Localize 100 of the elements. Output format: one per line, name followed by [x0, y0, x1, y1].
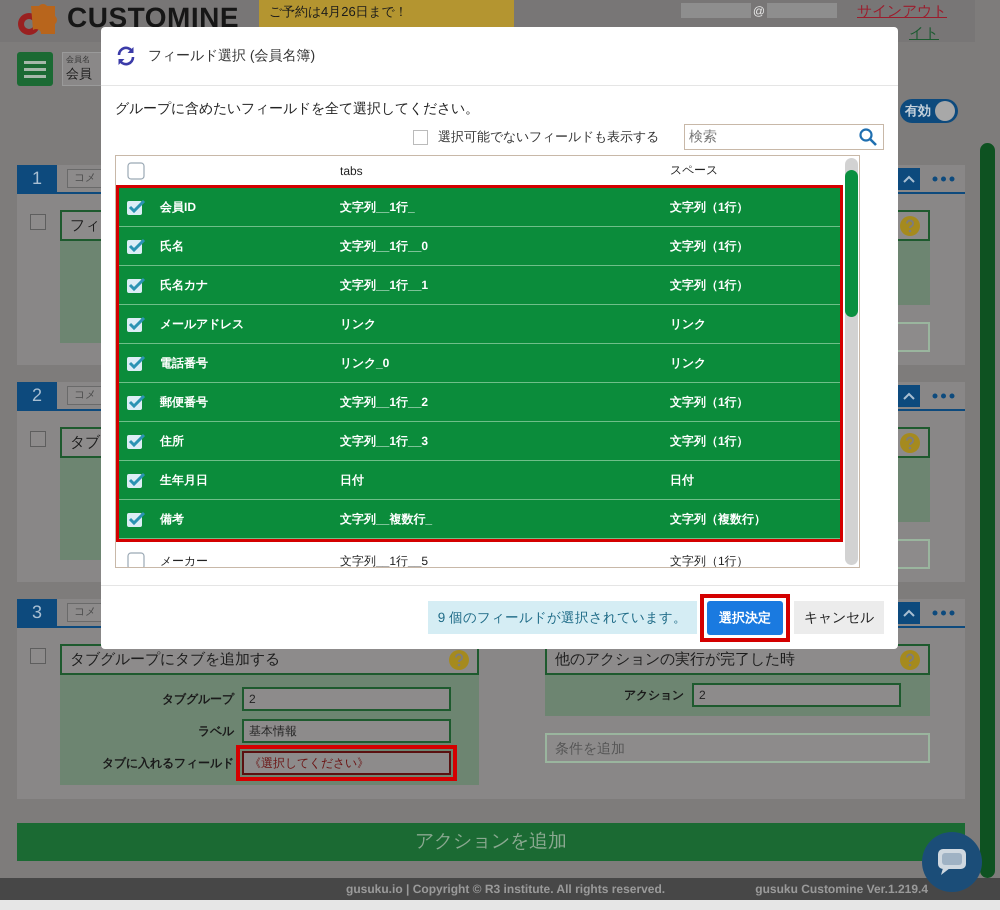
selection-count: 9 個のフィールドが選択されています。 — [428, 601, 697, 634]
redacted-text — [680, 3, 751, 18]
field-code: 文字列__1行__5 — [340, 554, 428, 567]
redacted-text — [767, 3, 837, 18]
checkbox[interactable] — [30, 214, 46, 230]
field-type: 文字列（1行） — [670, 394, 749, 408]
field-type: 文字列（1行） — [670, 200, 749, 214]
field-label: タブに入れるフィールド — [101, 754, 235, 772]
field-row[interactable]: メールアドレス リンク リンク — [119, 305, 840, 344]
checked-checkbox[interactable] — [126, 471, 146, 489]
more-icon[interactable] — [932, 392, 955, 398]
checked-checkbox[interactable] — [126, 198, 146, 216]
help-icon — [449, 650, 469, 670]
page-scrollbar[interactable] — [980, 143, 995, 878]
field-name: 生年月日 — [160, 472, 208, 486]
help-icon — [900, 216, 920, 236]
condition-field[interactable]: 条件を追加 — [545, 733, 930, 763]
field-code: 文字列__複数行_ — [340, 512, 432, 526]
condition-placeholder: 条件を追加 — [555, 740, 625, 756]
field-name: メールアドレス — [160, 316, 244, 330]
checkbox[interactable] — [30, 431, 46, 447]
condition-field[interactable] — [898, 322, 930, 352]
app-select-value: 会員 — [66, 65, 92, 83]
step-number: 2 — [17, 382, 57, 409]
caret-icon — [902, 174, 914, 182]
trigger-title: 他のアクションの実行が完了した時 — [555, 650, 795, 669]
search-field[interactable]: 検索 — [684, 124, 884, 150]
field-name: 氏名カナ — [160, 278, 208, 292]
search-placeholder: 検索 — [689, 128, 717, 146]
field-name: 電話番号 — [160, 356, 208, 370]
field-type: 文字列（1行） — [670, 278, 749, 292]
help-icon — [900, 650, 920, 670]
text-field[interactable]: 2 — [242, 687, 451, 711]
menu-button[interactable] — [17, 52, 53, 86]
text-field[interactable]: 基本情報 — [242, 719, 451, 743]
checkbox[interactable] — [30, 648, 46, 664]
collapse-button[interactable] — [897, 384, 920, 406]
checkbox[interactable] — [413, 130, 428, 144]
email-at: @ — [752, 4, 765, 18]
field-type: 文字列（1行） — [670, 554, 749, 567]
checked-checkbox[interactable] — [126, 432, 146, 450]
scrollbar[interactable] — [845, 158, 858, 565]
copyright-text: gusuku.io | Copyright © R3 institute. All rights reserved. — [346, 882, 666, 896]
field-row[interactable]: 氏名 文字列__1行__0 文字列（1行） — [119, 227, 840, 266]
more-icon[interactable] — [932, 610, 955, 616]
action-title: タブ — [70, 433, 100, 452]
collapse-button[interactable] — [897, 602, 920, 624]
field-row[interactable]: 生年月日 日付 日付 — [119, 461, 840, 500]
chat-icon — [937, 848, 967, 876]
step-number: 1 — [17, 165, 57, 192]
field-row[interactable]: 住所 文字列__1行__3 文字列（1行） — [119, 422, 840, 461]
field-row[interactable]: 電話番号 リンク_0 リンク — [119, 344, 840, 383]
version-text: gusuku Customine Ver.1.219.4 — [755, 882, 928, 896]
field-name: 備考 — [160, 512, 184, 526]
action-title: タブグループにタブを追加する — [70, 650, 280, 669]
comment-field[interactable]: コメ — [67, 603, 102, 622]
caret-icon — [902, 392, 914, 400]
checkbox[interactable] — [126, 552, 146, 567]
field-row[interactable]: 氏名カナ 文字列__1行__1 文字列（1行） — [119, 266, 840, 305]
condition-field[interactable] — [898, 539, 930, 569]
field-label: ラベル — [197, 722, 236, 740]
action-title: フィ — [70, 216, 100, 235]
field-row[interactable]: 会員ID 文字列__1行_ 文字列（1行） — [119, 188, 840, 227]
field-code: 文字列__1行__3 — [340, 434, 428, 448]
checked-checkbox[interactable] — [126, 354, 146, 372]
checked-checkbox[interactable] — [126, 510, 146, 528]
field-row[interactable]: 備考 文字列__複数行_ 文字列（複数行） — [119, 500, 840, 539]
field-code: 文字列__1行_ — [340, 200, 415, 214]
enabled-toggle[interactable]: 有効 — [900, 99, 958, 123]
checked-checkbox[interactable] — [126, 393, 146, 411]
confirm-button[interactable]: 選択決定 — [707, 600, 783, 634]
collapse-button[interactable] — [897, 168, 920, 190]
comment-field[interactable]: コメ — [67, 169, 102, 188]
field-name: 住所 — [160, 434, 184, 448]
promo-banner: ご予約は4月26日まで！ — [259, 0, 514, 30]
help-icon — [900, 432, 920, 452]
field-name: 氏名 — [160, 238, 184, 252]
comment-field[interactable]: コメ — [67, 386, 102, 405]
more-icon[interactable] — [932, 176, 955, 182]
field-code: 文字列__1行__1 — [340, 278, 428, 292]
field-label: タブグループ — [161, 690, 236, 708]
field-row[interactable]: 郵便番号 文字列__1行__2 文字列（1行） — [119, 383, 840, 422]
checked-checkbox[interactable] — [126, 237, 146, 255]
add-action-button[interactable]: アクションを追加 — [415, 831, 567, 852]
checkbox-label: 選択可能でないフィールドも表示する — [438, 128, 659, 146]
app-select[interactable]: 会員名 会員 — [62, 52, 101, 86]
cancel-button[interactable]: キャンセル — [794, 601, 884, 634]
dialog-title: フィールド選択 (会員名簿) — [148, 47, 316, 65]
instruction-text: グループに含めたいフィールドを全て選択してください。 — [115, 99, 480, 118]
text-field[interactable]: 《選択してください》 — [242, 751, 451, 775]
checked-checkbox[interactable] — [126, 315, 146, 333]
field-type: 日付 — [670, 472, 694, 486]
field-name: メーカー — [160, 554, 208, 567]
checkbox[interactable] — [126, 162, 146, 180]
field-label: アクション — [623, 686, 685, 704]
logo-text: CUSTOMINE — [67, 1, 239, 35]
checked-checkbox[interactable] — [126, 276, 146, 294]
field-code: tabs — [340, 164, 363, 178]
text-field[interactable]: 2 — [692, 683, 901, 707]
field-name: 会員ID — [160, 200, 196, 214]
